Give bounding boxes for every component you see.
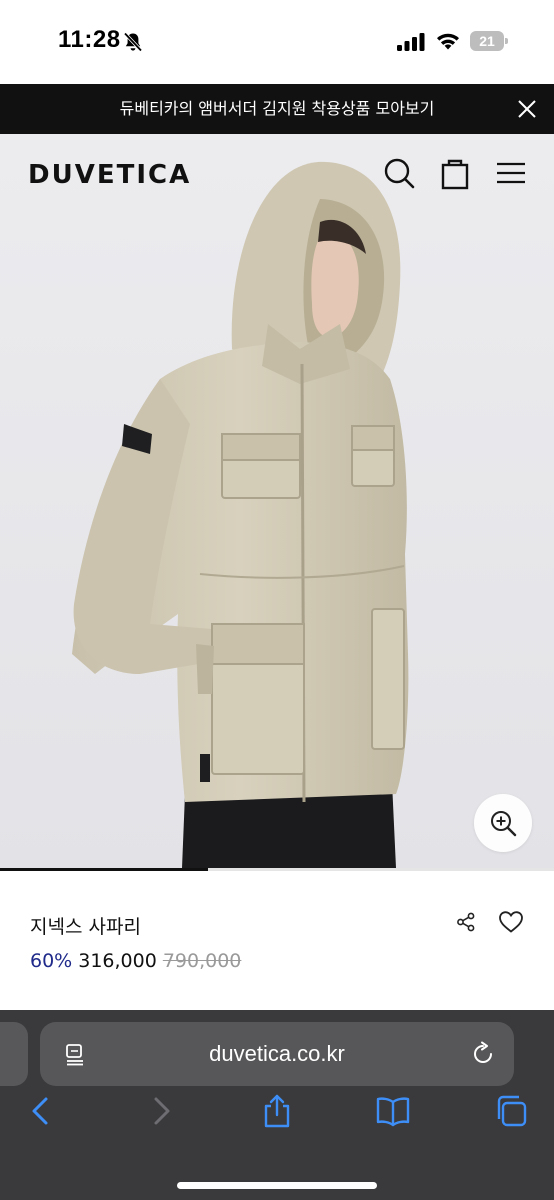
battery-icon: 21: [470, 31, 508, 51]
product-gallery[interactable]: DUVETICA: [0, 134, 554, 868]
original-price: 790,000: [162, 950, 242, 972]
address-bar[interactable]: duvetica.co.kr: [40, 1022, 514, 1086]
discount-rate: 60%: [30, 950, 73, 972]
reload-icon[interactable]: [470, 1041, 496, 1067]
search-icon[interactable]: [382, 156, 416, 190]
zoom-button[interactable]: [474, 794, 532, 852]
close-icon[interactable]: [516, 98, 538, 120]
product-name: 지넥스 사파리: [30, 916, 141, 938]
product-photo: [0, 134, 554, 868]
zoom-in-icon: [491, 811, 517, 837]
price-row: 60% 316,000 790,000: [30, 950, 241, 972]
battery-level: 21: [479, 33, 495, 49]
gallery-progress: [0, 868, 554, 871]
wifi-icon: [437, 33, 459, 50]
previous-tab-preview[interactable]: [0, 1022, 28, 1086]
share-icon[interactable]: [456, 912, 476, 932]
brand-logo[interactable]: DUVETICA: [28, 160, 191, 190]
share-sheet-icon[interactable]: [260, 1094, 294, 1128]
heart-icon[interactable]: [498, 910, 524, 934]
forward-icon[interactable]: [144, 1094, 178, 1128]
bookmarks-icon[interactable]: [376, 1094, 410, 1128]
status-bar: 11:28 21: [0, 0, 554, 84]
url-text[interactable]: duvetica.co.kr: [40, 1022, 514, 1086]
promo-banner-text[interactable]: 듀베티카의 앰버서더 김지원 착용상품 모아보기: [0, 84, 554, 134]
bell-slash-icon: [123, 32, 143, 52]
gallery-progress-fill: [0, 868, 208, 871]
sale-price: 316,000: [78, 950, 157, 972]
menu-icon[interactable]: [494, 156, 528, 190]
status-time: 11:28: [58, 26, 121, 53]
back-icon[interactable]: [24, 1094, 58, 1128]
home-indicator: [177, 1182, 377, 1189]
signal-icon: [397, 33, 425, 51]
tabs-icon[interactable]: [494, 1094, 528, 1128]
promo-banner[interactable]: 듀베티카의 앰버서더 김지원 착용상품 모아보기: [0, 84, 554, 134]
shopping-bag-icon[interactable]: [438, 156, 472, 190]
